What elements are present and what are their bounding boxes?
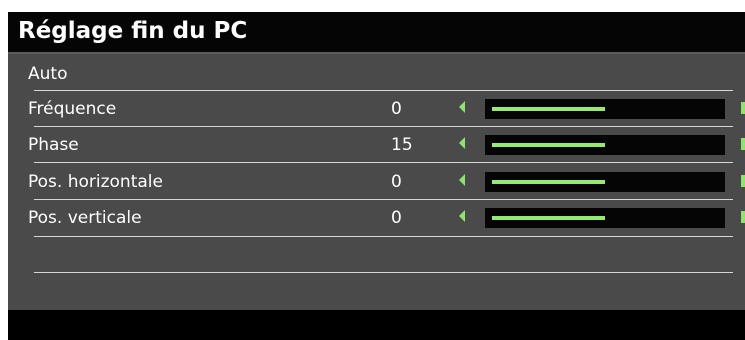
frequence-value: 0 [391,99,402,119]
pos-horizontale-value: 0 [391,172,402,192]
menu-item-pos-horizontale[interactable]: Pos. horizontale 0 [8,164,745,200]
increase-arrow-icon[interactable] [741,138,745,150]
pos-verticale-slider-fill [492,216,605,220]
phase-slider-fill [492,143,605,147]
auto-label: Auto [28,64,68,84]
row-divider [34,162,733,163]
menu-item-phase[interactable]: Phase 15 [8,127,745,163]
decrease-arrow-icon[interactable] [459,137,465,149]
pos-horizontale-slider[interactable] [485,172,725,192]
pos-horizontale-slider-fill [492,180,605,184]
increase-arrow-icon[interactable] [741,175,745,187]
pos-horizontale-label: Pos. horizontale [28,172,163,192]
menu-item-frequence[interactable]: Fréquence 0 [8,91,745,127]
pos-verticale-slider[interactable] [485,208,725,228]
frequence-label: Fréquence [28,99,117,119]
phase-value: 15 [391,135,413,155]
phase-slider[interactable] [485,135,725,155]
menu-item-auto[interactable]: Auto [8,56,745,92]
title-divider [8,52,745,54]
menu-footer-bar [8,310,745,340]
increase-arrow-icon[interactable] [741,211,745,223]
pos-verticale-value: 0 [391,208,402,228]
pc-fine-tune-menu: Réglage fin du PC Auto Fréquence 0 Phase… [8,12,745,340]
frequence-slider[interactable] [485,99,725,119]
menu-item-pos-verticale[interactable]: Pos. verticale 0 [8,200,745,236]
menu-title-bar: Réglage fin du PC [8,12,745,52]
row-divider [34,236,733,237]
frequence-slider-fill [492,107,605,111]
phase-label: Phase [28,135,79,155]
decrease-arrow-icon[interactable] [459,210,465,222]
increase-arrow-icon[interactable] [741,102,745,114]
menu-title: Réglage fin du PC [18,18,248,44]
pos-verticale-label: Pos. verticale [28,208,142,228]
decrease-arrow-icon[interactable] [459,101,465,113]
decrease-arrow-icon[interactable] [459,174,465,186]
row-divider [34,272,733,273]
